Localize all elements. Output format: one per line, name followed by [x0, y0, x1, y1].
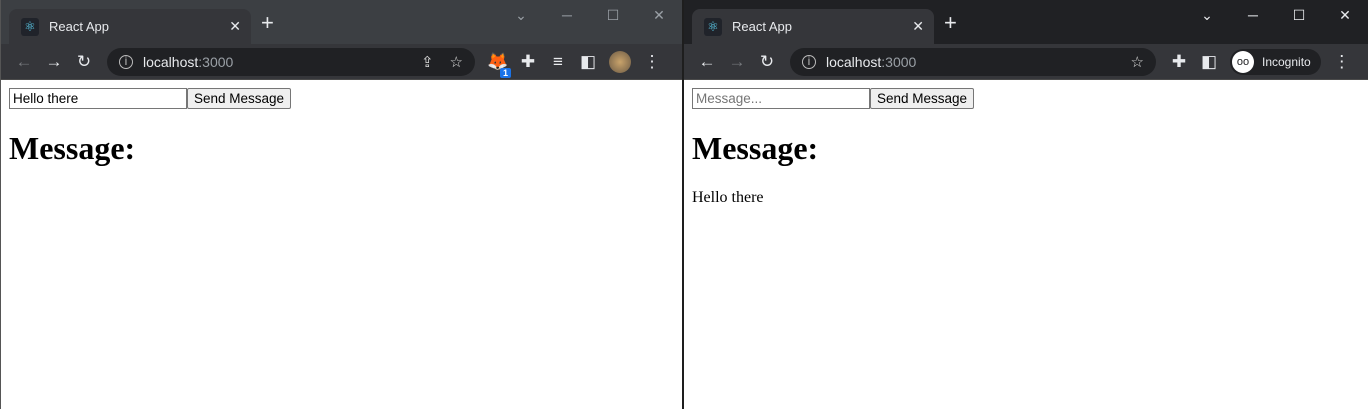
site-info-icon[interactable]: i — [802, 54, 816, 69]
title-bar: ⚛ React App ✕ + ⌄ ─ ☐ ✕ — [1, 0, 682, 44]
react-favicon-icon: ⚛ — [704, 17, 722, 36]
url-port: :3000 — [881, 53, 917, 70]
tab-close-icon[interactable]: ✕ — [229, 18, 241, 35]
tab-search-chevron-icon[interactable]: ⌄ — [498, 0, 544, 30]
url-host: localhost — [143, 53, 199, 70]
back-button[interactable]: ← — [9, 52, 39, 72]
extensions-puzzle-icon[interactable]: ✚ — [1164, 52, 1194, 72]
send-message-button[interactable]: Send Message — [187, 88, 292, 109]
page-content: Send Message Message: — [1, 80, 682, 409]
close-window-button[interactable]: ✕ — [636, 0, 682, 30]
message-heading: Message: — [692, 130, 819, 166]
address-bar[interactable]: i localhost:3000 ⇪ ☆ — [107, 47, 475, 76]
reload-button[interactable]: ↻ — [69, 52, 99, 72]
bookmark-star-icon[interactable]: ☆ — [450, 53, 463, 71]
menu-icon[interactable]: ⋮ — [637, 52, 667, 72]
forward-button[interactable]: → — [39, 52, 69, 72]
address-bar[interactable]: i localhost:3000 ☆ — [790, 47, 1156, 76]
tab-react-app[interactable]: ⚛ React App ✕ — [9, 9, 251, 44]
maximize-button[interactable]: ☐ — [590, 0, 636, 30]
incognito-label: Incognito — [1262, 54, 1311, 69]
forward-button[interactable]: → — [722, 52, 752, 72]
maximize-button[interactable]: ☐ — [1276, 0, 1322, 30]
browser-window-incognito: ⚛ React App ✕ + ⌄ ─ ☐ ✕ ← → ↻ i localhos… — [684, 0, 1368, 409]
side-panel-icon[interactable]: ◧ — [573, 52, 603, 72]
url-host: localhost — [826, 53, 882, 70]
received-message: Hello there — [692, 189, 764, 206]
message-heading: Message: — [9, 130, 136, 166]
extension-badge: 1 — [499, 67, 511, 78]
tab-title: React App — [49, 19, 109, 34]
site-info-icon[interactable]: i — [119, 54, 133, 69]
new-tab-button[interactable]: + — [261, 12, 274, 34]
close-window-button[interactable]: ✕ — [1322, 0, 1368, 30]
tab-close-icon[interactable]: ✕ — [912, 18, 924, 35]
tab-search-chevron-icon[interactable]: ⌄ — [1184, 0, 1230, 30]
toolbar: ← → ↻ i localhost:3000 ☆ ✚ ◧ oo Incognit… — [684, 44, 1368, 80]
bookmark-star-icon[interactable]: ☆ — [1131, 53, 1144, 71]
send-message-button[interactable]: Send Message — [870, 88, 975, 109]
minimize-button[interactable]: ─ — [544, 0, 590, 30]
tab-react-app[interactable]: ⚛ React App ✕ — [692, 9, 934, 44]
media-control-icon[interactable]: ≡ — [543, 52, 573, 72]
profile-avatar[interactable] — [609, 50, 631, 73]
page-content: Send Message Message: Hello there — [684, 80, 1368, 409]
browser-window-normal: ⚛ React App ✕ + ⌄ ─ ☐ ✕ ← → ↻ i localhos… — [0, 0, 682, 409]
side-panel-icon[interactable]: ◧ — [1194, 52, 1224, 72]
back-button[interactable]: ← — [692, 52, 722, 72]
minimize-button[interactable]: ─ — [1230, 0, 1276, 30]
incognito-icon: oo — [1232, 50, 1254, 73]
title-bar: ⚛ React App ✕ + ⌄ ─ ☐ ✕ — [684, 0, 1368, 44]
react-favicon-icon: ⚛ — [21, 17, 39, 36]
extensions-puzzle-icon[interactable]: ✚ — [513, 52, 543, 72]
message-input[interactable] — [9, 88, 187, 109]
incognito-indicator[interactable]: oo Incognito — [1230, 48, 1321, 75]
toolbar: ← → ↻ i localhost:3000 ⇪ ☆ 🦊 1 ✚ ≡ ◧ ⋮ — [1, 44, 682, 80]
message-input[interactable] — [692, 88, 870, 109]
tab-title: React App — [732, 19, 792, 34]
new-tab-button[interactable]: + — [944, 12, 957, 34]
reload-button[interactable]: ↻ — [752, 52, 782, 72]
url-port: :3000 — [198, 53, 234, 70]
share-icon[interactable]: ⇪ — [421, 53, 434, 71]
menu-icon[interactable]: ⋮ — [1327, 52, 1357, 72]
metamask-extension-icon[interactable]: 🦊 1 — [483, 52, 513, 78]
